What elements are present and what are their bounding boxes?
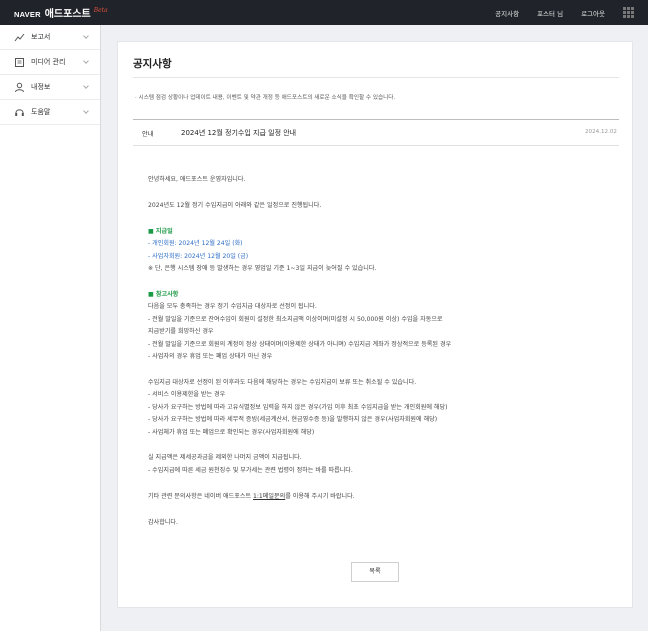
notice-category: 안내 <box>142 131 154 138</box>
app-grid-icon[interactable] <box>623 7 634 18</box>
beta-mark: Beta <box>93 7 108 14</box>
nav-user-link[interactable]: 포스터 님 <box>537 8 563 18</box>
nav-notices-link[interactable]: 공지사항 <box>495 8 519 18</box>
tax-item: - 수입지급에 따른 세금 원천징수 및 부가세는 관련 법령이 정하는 바를 … <box>148 466 353 474</box>
exclusion-item: - 서비스 이용제한을 받는 경우 <box>148 391 226 399</box>
reference-item-continued: 지급받기를 희망하신 경우 <box>148 328 214 336</box>
intro-text: 2024년도 12월 정기 수입지급이 아래와 같은 일정으로 진행됩니다. <box>148 201 322 209</box>
greeting-text: 안녕하세요, 애드포스트 운영자입니다. <box>148 176 246 183</box>
payment-date-business: - 사업자회원: 2024년 12월 20일 (금) <box>148 252 249 260</box>
payment-date-individual: - 개인회원: 2024년 12월 24일 (화) <box>148 240 243 248</box>
media-icon <box>14 57 25 68</box>
exclusion-item: - 당사가 요구하는 방법에 따라 세무적 증빙(세금계산서, 현금영수증 등)… <box>148 416 438 424</box>
reference-item: - 전월 말일을 기준으로 회원의 계정이 정상 상태이며(이용제한 상태가 아… <box>148 340 452 348</box>
brand-logo[interactable]: NAVER 애드포스트 Beta <box>14 5 108 20</box>
nav-logout-link[interactable]: 로그아웃 <box>581 8 605 18</box>
chevron-down-icon <box>83 108 89 114</box>
top-bar: NAVER 애드포스트 Beta 공지사항 포스터 님 로그아웃 <box>0 0 648 25</box>
top-nav: 공지사항 포스터 님 로그아웃 <box>495 0 648 25</box>
chevron-down-icon <box>83 83 89 89</box>
closing-text: 감사합니다. <box>148 518 178 526</box>
exclusion-item: - 당사가 요구하는 방법에 따라 고유식별정보 입력을 하지 않은 경우(가입… <box>148 403 448 411</box>
headset-icon <box>14 107 25 118</box>
list-button[interactable]: 목록 <box>351 562 399 582</box>
notice-title: 2024년 12월 정기수입 지급 일정 안내 <box>181 129 297 137</box>
naver-logo: NAVER <box>14 10 41 19</box>
sidebar-item-reports[interactable]: 보고서 <box>0 25 100 50</box>
chart-line-icon <box>14 32 25 43</box>
sidebar-item-media[interactable]: 미디어 관리 <box>0 50 100 75</box>
exclusion-item: - 사업체가 휴업 또는 폐업으로 확인되는 경우(사업자회원에 해당) <box>148 428 315 436</box>
sidebar: 보고서 미디어 관리 내정보 도움말 <box>0 25 101 631</box>
chevron-down-icon <box>83 58 89 64</box>
contact-text: 기타 관련 문의사항은 네이버 애드포스트 1:1메일문의를 이용해 주시기 바… <box>148 492 355 500</box>
sidebar-item-label: 내정보 <box>31 83 51 91</box>
reference-item: - 전월 말일을 기준으로 잔여수입이 회원이 설정한 최소지급액 이상이며(미… <box>148 315 443 323</box>
divider <box>133 145 619 146</box>
tax-text: 실 지급액은 제세공과금을 제외한 나머지 금액이 지급됩니다. <box>148 454 302 462</box>
reference-intro: 다음을 모두 충족하는 경우 정기 수입지급 대상자로 선정이 됩니다. <box>148 303 317 311</box>
chevron-down-icon <box>83 33 89 39</box>
payment-note: ※ 단, 은행 시스템 장애 등 발생하는 경우 영업일 기준 1~3일 지급이… <box>148 265 377 273</box>
sidebar-item-account[interactable]: 내정보 <box>0 75 100 100</box>
divider <box>133 77 619 78</box>
sidebar-item-label: 도움말 <box>31 108 51 116</box>
service-name: 애드포스트 <box>44 9 91 20</box>
reference-heading: ■ 참고사항 <box>148 290 179 298</box>
reference-item: - 사업자의 경우 휴업 또는 폐업 상태가 아닌 경우 <box>148 352 273 360</box>
notice-panel: 공지사항 · 시스템 점검 상황이나 업데이트 내용, 이벤트 및 약관 개정 … <box>117 41 633 608</box>
page-description: · 시스템 점검 상황이나 업데이트 내용, 이벤트 및 약관 개정 등 애드포… <box>135 95 396 101</box>
page-title: 공지사항 <box>133 58 172 70</box>
notice-date: 2024.12.02 <box>584 129 617 135</box>
sidebar-item-label: 미디어 관리 <box>31 58 66 66</box>
payment-date-heading: ■ 지급일 <box>148 227 173 235</box>
contact-mail-link[interactable]: 1:1메일문의 <box>253 493 285 500</box>
sidebar-item-label: 보고서 <box>31 33 51 41</box>
divider <box>133 119 619 120</box>
notice-body: 안녕하세요, 애드포스트 운영자입니다. 2024년도 12월 정기 수입지급이… <box>148 174 608 529</box>
sidebar-item-help[interactable]: 도움말 <box>0 100 100 125</box>
person-icon <box>14 82 25 93</box>
exclusion-intro: 수입지급 대상자로 선정이 된 이후라도 다음에 해당하는 경우는 수입지급이 … <box>148 378 417 386</box>
